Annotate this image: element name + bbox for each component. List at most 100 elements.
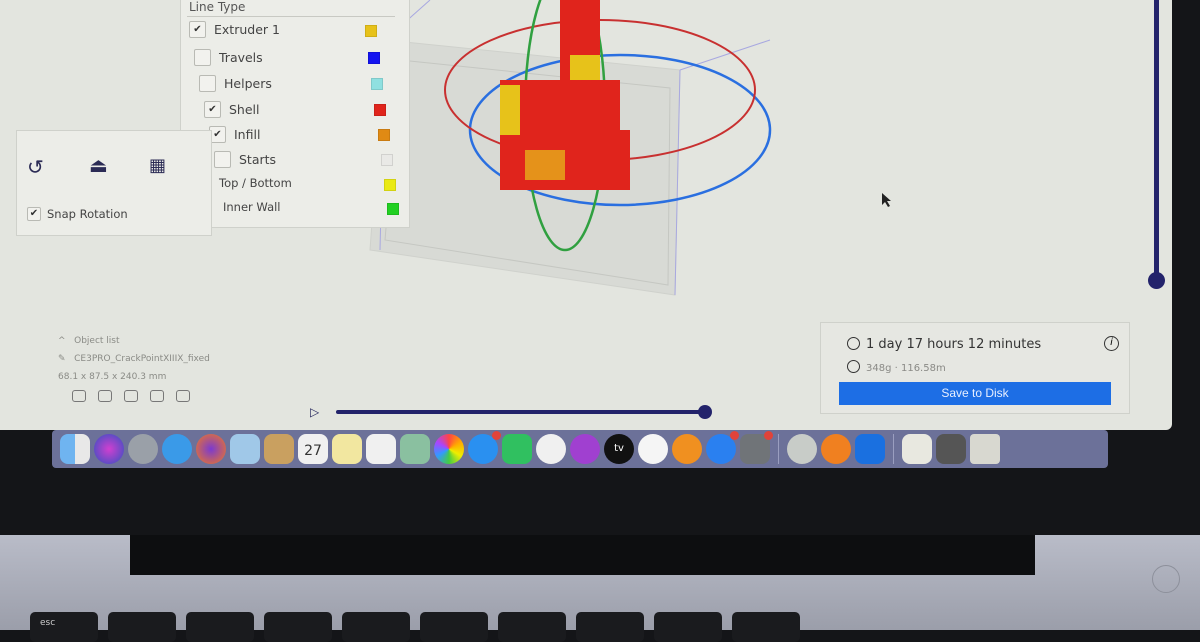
material-usage: 348g · 116.58m — [847, 360, 946, 374]
checkbox[interactable]: ✔ — [204, 101, 221, 118]
layer-path-slider[interactable] — [336, 410, 706, 414]
launchpad-icon[interactable] — [128, 434, 158, 464]
line-type-infill[interactable]: ✔ Infill — [209, 126, 260, 143]
info-icon[interactable]: i — [1104, 336, 1119, 351]
safari-icon[interactable] — [162, 434, 192, 464]
line-type-extruder-1[interactable]: ✔ Extruder 1 — [189, 21, 280, 38]
snap-rotation-checkbox[interactable]: ✔ Snap Rotation — [27, 207, 128, 221]
checkbox[interactable]: ✔ — [189, 21, 206, 38]
checkbox[interactable]: ✔ — [27, 207, 41, 221]
color-swatch — [371, 78, 383, 90]
calendar-date: 27 — [304, 443, 322, 459]
podcasts-icon[interactable] — [570, 434, 600, 464]
layer-slider-handle[interactable] — [1148, 272, 1165, 289]
color-swatch — [381, 154, 393, 166]
app-store-icon[interactable] — [706, 431, 739, 464]
dock-divider — [893, 434, 894, 464]
preview-icon[interactable] — [230, 434, 260, 464]
power-button[interactable] — [1152, 565, 1180, 593]
notes-app-icon[interactable] — [264, 434, 294, 464]
blender-icon[interactable] — [821, 434, 851, 464]
screenshot-icon[interactable] — [936, 434, 966, 464]
apple-tv-icon[interactable]: tv — [604, 434, 634, 464]
line-type-travels[interactable]: Travels — [194, 49, 263, 66]
label: Top / Bottom — [219, 176, 292, 190]
apple-tv-label: tv — [614, 443, 624, 454]
checkbox[interactable] — [199, 75, 216, 92]
hinge — [130, 535, 1035, 575]
label: Extruder 1 — [214, 22, 280, 37]
line-type-shell[interactable]: ✔ Shell — [204, 101, 260, 118]
brightness-down-key[interactable] — [108, 612, 176, 642]
label: Infill — [234, 127, 261, 142]
finder-icon[interactable] — [60, 434, 90, 464]
color-swatch — [374, 104, 386, 116]
checkbox[interactable] — [214, 151, 231, 168]
notification-badge — [492, 431, 501, 440]
documents-icon[interactable] — [902, 434, 932, 464]
rotate-tool-panel: ↺ ⏏ ▦ ✔ Snap Rotation — [16, 130, 212, 236]
color-swatch — [365, 25, 377, 37]
object-item[interactable]: ✎ CE3PRO_CrackPointXIIIX_fixed — [58, 354, 210, 364]
color-swatch — [368, 52, 380, 64]
layer-slider[interactable] — [1154, 0, 1159, 280]
print-info-panel: 1 day 17 hours 12 minutes i 348g · 116.5… — [820, 322, 1130, 414]
play-icon[interactable]: ▷ — [310, 405, 319, 419]
object-list: ^ Object list ✎ CE3PRO_CrackPointXIIIX_f… — [58, 336, 210, 413]
books-icon[interactable] — [672, 434, 702, 464]
launchpad-key[interactable] — [342, 612, 410, 642]
rewind-key[interactable] — [576, 612, 644, 642]
mission-control-key[interactable] — [264, 612, 332, 642]
notification-badge — [730, 431, 739, 440]
brightness-up-key[interactable] — [186, 612, 254, 642]
system-preferences-icon[interactable] — [740, 431, 773, 464]
color-swatch — [387, 203, 399, 215]
model-layer-view[interactable] — [500, 0, 630, 190]
facetime-icon[interactable] — [502, 434, 532, 464]
fast-forward-key[interactable] — [732, 612, 800, 642]
kbd-light-down-key[interactable] — [420, 612, 488, 642]
news-icon[interactable] — [638, 434, 668, 464]
select-face-icon[interactable]: ▦ — [149, 155, 166, 176]
print-time-text: 1 day 17 hours 12 minutes — [866, 337, 1042, 352]
maps-icon[interactable] — [400, 434, 430, 464]
object-list-header: Object list — [74, 336, 120, 346]
view-right-icon[interactable] — [176, 390, 190, 402]
checkbox[interactable] — [194, 49, 211, 66]
line-type-starts[interactable]: Starts — [214, 151, 276, 168]
label: Inner Wall — [223, 200, 281, 214]
mouse-cursor — [882, 193, 891, 207]
stickies-icon[interactable] — [332, 434, 362, 464]
reset-rotation-icon[interactable]: ↺ — [27, 155, 44, 179]
lay-flat-icon[interactable]: ⏏ — [89, 153, 108, 177]
label: Shell — [229, 102, 260, 117]
view-left-icon[interactable] — [150, 390, 164, 402]
line-type-helpers[interactable]: Helpers — [199, 75, 272, 92]
view-front-icon[interactable] — [98, 390, 112, 402]
view-3d-icon[interactable] — [72, 390, 86, 402]
path-slider-handle[interactable] — [698, 405, 712, 419]
play-pause-key[interactable] — [654, 612, 722, 642]
music-icon[interactable] — [536, 434, 566, 464]
cura-icon[interactable] — [855, 434, 885, 464]
kbd-light-up-key[interactable] — [498, 612, 566, 642]
macos-dock: 27 tv — [52, 430, 1108, 468]
save-to-disk-button[interactable]: Save to Disk — [839, 382, 1111, 405]
spool-icon — [847, 360, 860, 373]
eye-app-icon[interactable] — [787, 434, 817, 464]
notification-badge — [764, 431, 773, 440]
line-type-inner-wall: Inner Wall — [223, 200, 281, 214]
trash-icon[interactable] — [970, 434, 1000, 464]
reminders-icon[interactable] — [366, 434, 396, 464]
color-swatch — [384, 179, 396, 191]
firefox-icon[interactable] — [196, 434, 226, 464]
object-list-toggle[interactable]: ^ Object list — [58, 336, 210, 346]
esc-key[interactable]: esc — [30, 612, 98, 642]
material-text: 348g · 116.58m — [866, 363, 946, 374]
calendar-icon[interactable]: 27 — [298, 434, 328, 464]
view-top-icon[interactable] — [124, 390, 138, 402]
siri-icon[interactable] — [94, 434, 124, 464]
photos-icon[interactable] — [434, 434, 464, 464]
esc-label: esc — [40, 618, 56, 628]
messages-icon[interactable] — [468, 431, 501, 464]
